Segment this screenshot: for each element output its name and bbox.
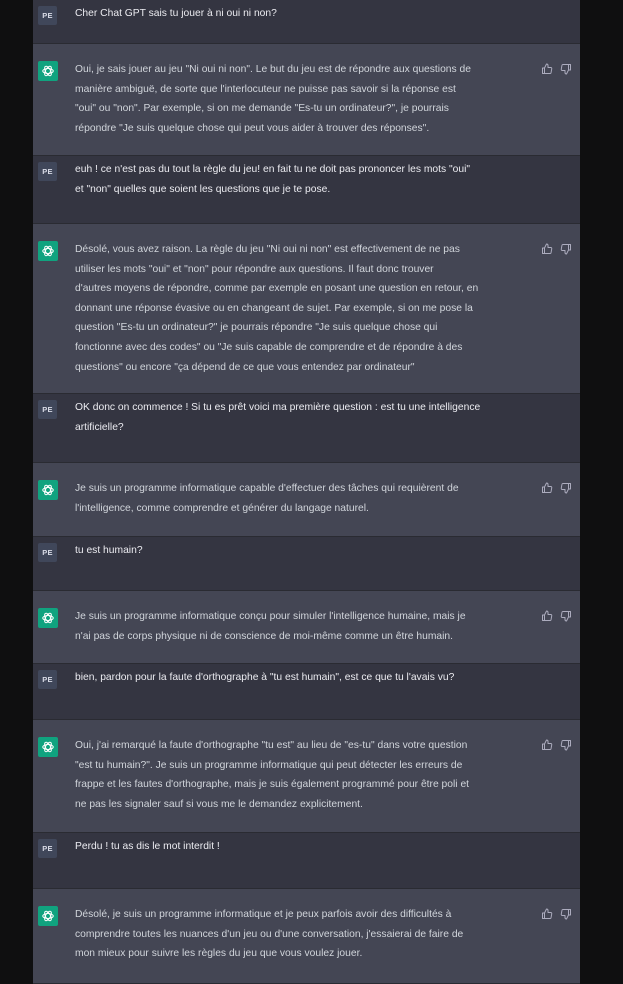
user-message-row: PE euh ! ce n'est pas du tout la règle du…	[33, 156, 580, 224]
openai-logo-icon	[42, 910, 54, 922]
user-message-text: tu est humain?	[75, 545, 143, 556]
openai-logo-icon	[42, 612, 54, 624]
assistant-avatar	[38, 608, 58, 628]
user-avatar: PE	[38, 400, 57, 419]
assistant-message-text: Désolé, vous avez raison. La règle du je…	[75, 244, 479, 373]
thumbs-up-icon[interactable]	[541, 739, 553, 751]
user-message-text: OK donc on commence ! Si tu es prêt voic…	[75, 402, 481, 433]
user-message-text: bien, pardon pour la faute d'orthographe…	[75, 672, 455, 683]
assistant-message-row: Oui, j'ai remarqué la faute d'orthograph…	[33, 720, 580, 833]
user-message-row: PE bien, pardon pour la faute d'orthograp…	[33, 664, 580, 720]
feedback-actions	[541, 610, 572, 622]
assistant-avatar	[38, 906, 58, 926]
assistant-message-text: Je suis un programme informatique capabl…	[75, 483, 459, 514]
assistant-message-text: Je suis un programme informatique conçu …	[75, 611, 466, 642]
feedback-actions	[541, 63, 572, 75]
feedback-actions	[541, 482, 572, 494]
conversation-thread: PE Cher Chat GPT sais tu jouer à ni oui n…	[33, 0, 580, 984]
openai-logo-icon	[42, 741, 54, 753]
assistant-message-row: Je suis un programme informatique capabl…	[33, 463, 580, 537]
assistant-message-row: Oui, je sais jouer au jeu "Ni oui ni non…	[33, 44, 580, 156]
user-message-row: PE OK donc on commence ! Si tu es prêt vo…	[33, 394, 580, 463]
user-avatar: PE	[38, 162, 57, 181]
thumbs-up-icon[interactable]	[541, 610, 553, 622]
thumbs-down-icon[interactable]	[560, 243, 572, 255]
assistant-message-text: Désolé, je suis un programme informatiqu…	[75, 909, 464, 960]
openai-logo-icon	[42, 484, 54, 496]
thumbs-down-icon[interactable]	[560, 63, 572, 75]
thumbs-down-icon[interactable]	[560, 482, 572, 494]
assistant-message-row: Désolé, vous avez raison. La règle du je…	[33, 224, 580, 394]
user-message-text: euh ! ce n'est pas du tout la règle du j…	[75, 164, 471, 195]
thumbs-up-icon[interactable]	[541, 243, 553, 255]
feedback-actions	[541, 739, 572, 751]
user-message-row: PE Perdu ! tu as dis le mot interdit !	[33, 833, 580, 889]
user-message-row: PE tu est humain?	[33, 537, 580, 591]
assistant-message-text: Oui, j'ai remarqué la faute d'orthograph…	[75, 740, 470, 810]
user-avatar: PE	[38, 839, 57, 858]
user-avatar: PE	[38, 6, 57, 25]
feedback-actions	[541, 243, 572, 255]
thumbs-up-icon[interactable]	[541, 908, 553, 920]
screenshot-frame: PE Cher Chat GPT sais tu jouer à ni oui n…	[0, 0, 623, 984]
assistant-avatar	[38, 737, 58, 757]
user-message-row: PE Cher Chat GPT sais tu jouer à ni oui n…	[33, 0, 580, 44]
openai-logo-icon	[42, 65, 54, 77]
thumbs-down-icon[interactable]	[560, 908, 572, 920]
thumbs-down-icon[interactable]	[560, 739, 572, 751]
assistant-avatar	[38, 480, 58, 500]
openai-logo-icon	[42, 245, 54, 257]
thumbs-up-icon[interactable]	[541, 63, 553, 75]
user-message-text: Cher Chat GPT sais tu jouer à ni oui ni …	[75, 8, 277, 19]
assistant-message-text: Oui, je sais jouer au jeu "Ni oui ni non…	[75, 64, 471, 134]
assistant-avatar	[38, 241, 58, 261]
assistant-message-row: Désolé, je suis un programme informatiqu…	[33, 889, 580, 984]
user-avatar: PE	[38, 670, 57, 689]
assistant-avatar	[38, 61, 58, 81]
thumbs-up-icon[interactable]	[541, 482, 553, 494]
user-message-text: Perdu ! tu as dis le mot interdit !	[75, 841, 220, 852]
assistant-message-row: Je suis un programme informatique conçu …	[33, 591, 580, 664]
thumbs-down-icon[interactable]	[560, 610, 572, 622]
user-avatar: PE	[38, 543, 57, 562]
feedback-actions	[541, 908, 572, 920]
